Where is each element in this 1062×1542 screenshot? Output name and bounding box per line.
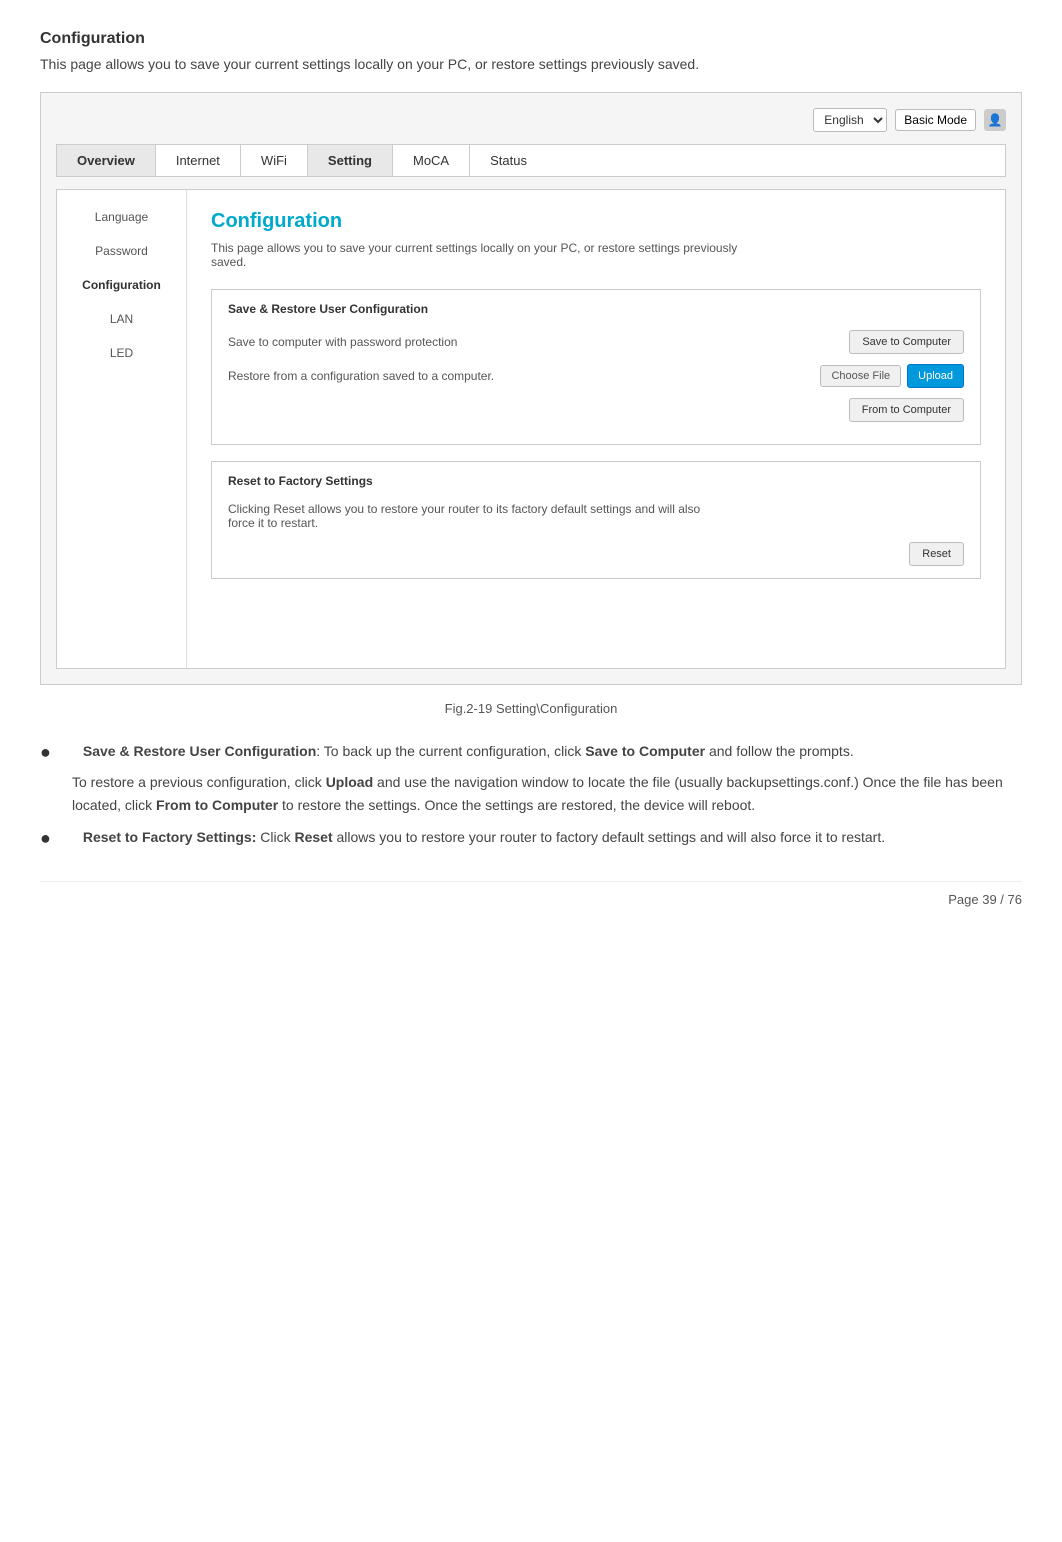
sidebar-item-configuration[interactable]: Configuration bbox=[57, 268, 186, 302]
page-number: Page 39 / 76 bbox=[948, 892, 1022, 907]
fig-caption: Fig.2-19 Setting\Configuration bbox=[40, 701, 1022, 716]
upload-button[interactable]: Upload bbox=[907, 364, 964, 388]
sidebar: Language Password Configuration LAN LED bbox=[57, 190, 187, 668]
from-to-computer-button[interactable]: From to Computer bbox=[849, 398, 964, 422]
factory-reset-section: Reset to Factory Settings Clicking Reset… bbox=[211, 461, 981, 579]
router-ui-screenshot: English Basic Mode 👤 Overview Internet W… bbox=[40, 92, 1022, 685]
content-heading: Configuration bbox=[211, 210, 981, 233]
page-footer: Page 39 / 76 bbox=[40, 881, 1022, 907]
bullet-dot-1: ● bbox=[40, 740, 51, 765]
save-to-computer-button[interactable]: Save to Computer bbox=[849, 330, 964, 354]
save-restore-section: Save & Restore User Configuration Save t… bbox=[211, 289, 981, 445]
factory-reset-title: Reset to Factory Settings bbox=[228, 474, 964, 488]
tab-moca[interactable]: MoCA bbox=[393, 145, 470, 176]
intro-text: This page allows you to save your curren… bbox=[40, 56, 740, 72]
sidebar-item-led[interactable]: LED bbox=[57, 336, 186, 370]
bullet-item-factory-reset: ● Reset to Factory Settings: Click Reset… bbox=[40, 826, 1022, 851]
reset-button[interactable]: Reset bbox=[909, 542, 964, 566]
tab-overview[interactable]: Overview bbox=[57, 145, 156, 176]
content-panel: Configuration This page allows you to sa… bbox=[187, 190, 1005, 668]
main-area: Language Password Configuration LAN LED … bbox=[56, 189, 1006, 669]
bullet-item-save-restore: ● Save & Restore User Configuration: To … bbox=[40, 740, 1022, 765]
page-title: Configuration bbox=[40, 30, 1022, 48]
save-to-computer-label: Save to computer with password protectio… bbox=[228, 335, 849, 349]
sidebar-item-language[interactable]: Language bbox=[57, 200, 186, 234]
basic-mode-button[interactable]: Basic Mode bbox=[895, 109, 976, 131]
factory-reset-description: Clicking Reset allows you to restore you… bbox=[228, 502, 708, 530]
restore-config-controls: Choose File Upload bbox=[820, 364, 964, 388]
bullet-section: ● Save & Restore User Configuration: To … bbox=[40, 740, 1022, 851]
restore-config-label: Restore from a configuration saved to a … bbox=[228, 369, 820, 383]
tab-status[interactable]: Status bbox=[470, 145, 547, 176]
choose-file-button[interactable]: Choose File bbox=[820, 365, 901, 387]
tab-wifi[interactable]: WiFi bbox=[241, 145, 308, 176]
sidebar-item-lan[interactable]: LAN bbox=[57, 302, 186, 336]
tab-internet[interactable]: Internet bbox=[156, 145, 241, 176]
from-to-computer-row: From to Computer bbox=[228, 398, 964, 422]
content-description: This page allows you to save your curren… bbox=[211, 241, 751, 269]
tab-setting[interactable]: Setting bbox=[308, 145, 393, 176]
nav-tabs: Overview Internet WiFi Setting MoCA Stat… bbox=[56, 144, 1006, 177]
bullet-dot-2: ● bbox=[40, 826, 51, 851]
from-to-computer-controls: From to Computer bbox=[849, 398, 964, 422]
language-select[interactable]: English bbox=[813, 108, 887, 132]
bullet-text-restore-detail: To restore a previous configuration, cli… bbox=[72, 771, 1022, 816]
restore-config-row: Restore from a configuration saved to a … bbox=[228, 364, 964, 388]
top-bar: English Basic Mode 👤 bbox=[56, 108, 1006, 132]
bullet-text-factory-reset: Reset to Factory Settings: Click Reset a… bbox=[83, 826, 885, 851]
user-icon: 👤 bbox=[984, 109, 1006, 131]
bullet-text-save-restore: Save & Restore User Configuration: To ba… bbox=[83, 740, 854, 765]
save-to-computer-controls: Save to Computer bbox=[849, 330, 964, 354]
sidebar-item-password[interactable]: Password bbox=[57, 234, 186, 268]
save-restore-title: Save & Restore User Configuration bbox=[228, 302, 964, 316]
save-to-computer-row: Save to computer with password protectio… bbox=[228, 330, 964, 354]
